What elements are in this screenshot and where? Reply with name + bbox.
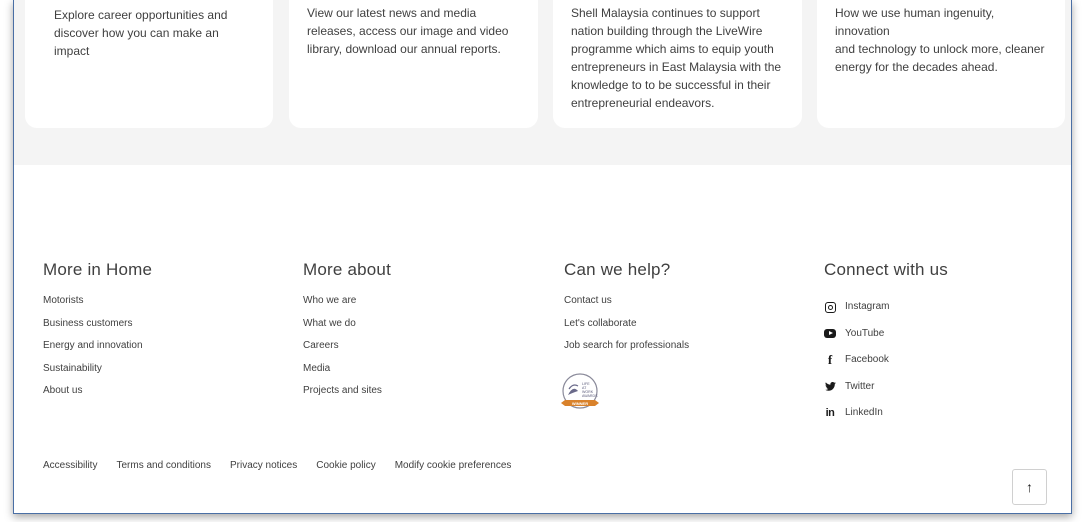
twitter-icon [824, 381, 836, 393]
legal-link-accessibility[interactable]: Accessibility [43, 460, 97, 471]
award-badge-icon: LIFE AT WORK AWARDS WINNER [561, 373, 599, 409]
card-careers[interactable]: Explore career opportunities and discove… [25, 0, 273, 128]
page-frame: Explore career opportunities and discove… [13, 0, 1072, 514]
footer-link-what-we-do[interactable]: What we do [303, 317, 391, 340]
youtube-icon [824, 328, 836, 340]
legal-link-cookie-preferences[interactable]: Modify cookie preferences [395, 460, 512, 471]
legal-link-terms[interactable]: Terms and conditions [116, 460, 211, 471]
legal-link-privacy[interactable]: Privacy notices [230, 460, 297, 471]
footer-link-media[interactable]: Media [303, 362, 391, 385]
instagram-icon [824, 301, 836, 313]
footer-heading: Can we help? [564, 260, 671, 279]
cards-section: Explore career opportunities and discove… [14, 0, 1071, 165]
social-link-linkedin[interactable]: in LinkedIn [824, 400, 948, 427]
footer-heading: Connect with us [824, 260, 948, 279]
facebook-icon: f [827, 352, 833, 368]
footer-link-energy-and-innovation[interactable]: Energy and innovation [43, 339, 152, 362]
footer-column-can-we-help: Can we help? Contact us Let's collaborat… [564, 260, 689, 362]
card-media[interactable]: View our latest news and media releases,… [289, 0, 538, 128]
card-description: Explore career opportunities and discove… [54, 8, 228, 58]
award-ribbon-text: WINNER [572, 401, 588, 406]
footer-link-job-search[interactable]: Job search for professionals [564, 339, 689, 362]
footer-column-connect: Connect with us Instagram YouTube f Face… [824, 260, 948, 427]
footer-column-more-in-home: More in Home Motorists Business customer… [43, 260, 152, 407]
back-to-top-button[interactable]: ↑ [1012, 469, 1047, 505]
social-link-youtube[interactable]: YouTube [824, 321, 948, 348]
social-label: LinkedIn [845, 407, 883, 419]
footer-link-sustainability[interactable]: Sustainability [43, 362, 152, 385]
legal-links: Accessibility Terms and conditions Priva… [43, 460, 511, 471]
footer-link-who-we-are[interactable]: Who we are [303, 294, 391, 317]
footer-heading: More in Home [43, 260, 153, 279]
card-description: How we use human ingenuity, innovation a… [835, 6, 1045, 74]
site-footer: More in Home Motorists Business customer… [14, 165, 1071, 513]
footer-link-lets-collaborate[interactable]: Let's collaborate [564, 317, 689, 340]
footer-column-more-about: More about Who we are What we do Careers… [303, 260, 391, 407]
social-link-instagram[interactable]: Instagram [824, 294, 948, 321]
social-label: Twitter [845, 380, 875, 392]
card-description: View our latest news and media releases,… [307, 6, 509, 56]
social-link-facebook[interactable]: f Facebook [824, 347, 948, 374]
card-description: Shell Malaysia continues to support nati… [571, 6, 782, 110]
arrow-up-icon: ↑ [1026, 479, 1033, 495]
footer-link-projects-and-sites[interactable]: Projects and sites [303, 384, 391, 407]
linkedin-icon: in [825, 407, 835, 420]
footer-heading: More about [303, 260, 391, 279]
footer-link-about-us[interactable]: About us [43, 384, 152, 407]
award-text-awards: AWARDS [582, 394, 598, 398]
card-livewire[interactable]: Shell Malaysia continues to support nati… [553, 0, 802, 128]
social-label: Facebook [845, 354, 889, 366]
footer-link-contact-us[interactable]: Contact us [564, 294, 689, 317]
footer-link-motorists[interactable]: Motorists [43, 294, 152, 317]
legal-link-cookie-policy[interactable]: Cookie policy [316, 460, 375, 471]
social-label: YouTube [845, 327, 885, 339]
card-energy[interactable]: How we use human ingenuity, innovation a… [817, 0, 1065, 128]
footer-link-business-customers[interactable]: Business customers [43, 317, 152, 340]
social-link-twitter[interactable]: Twitter [824, 374, 948, 401]
social-label: Instagram [845, 301, 890, 313]
footer-link-careers[interactable]: Careers [303, 339, 391, 362]
